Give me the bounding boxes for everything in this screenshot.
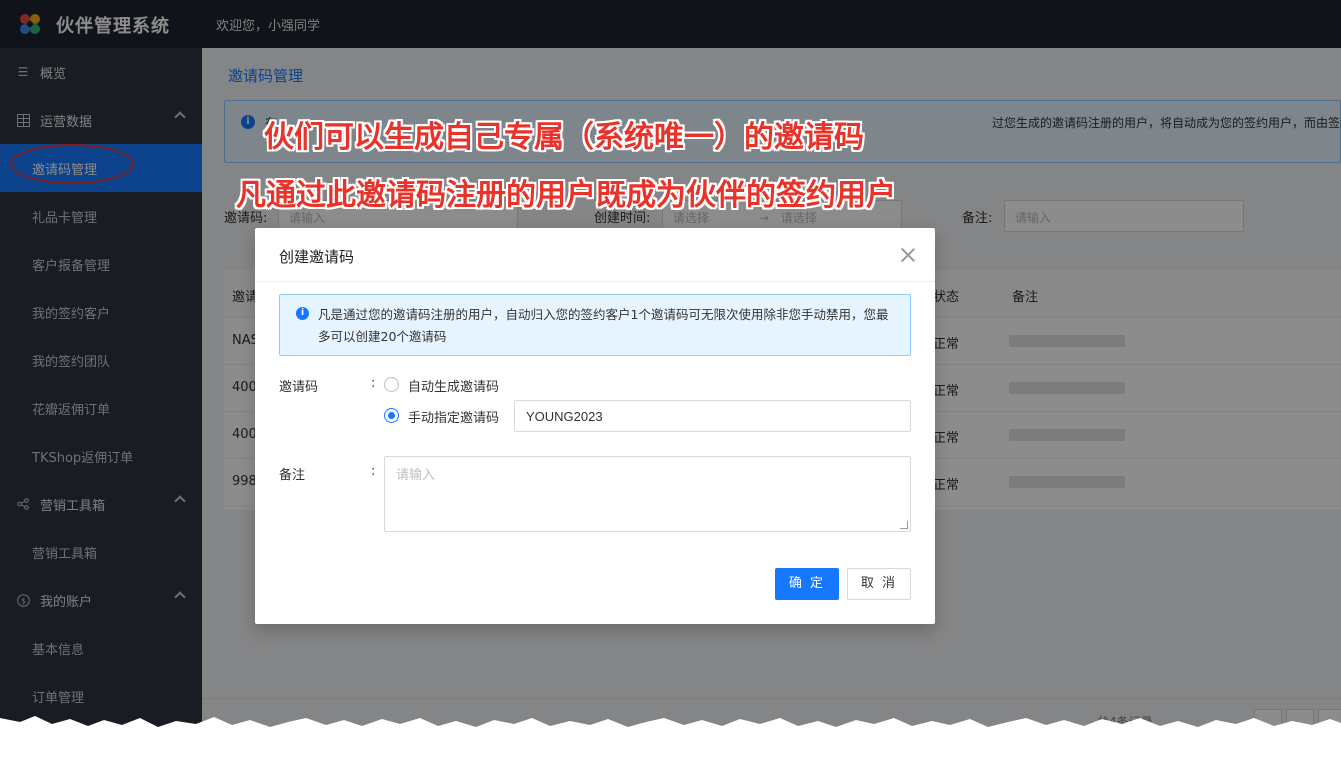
annotation-line-2: 凡通过此邀请码注册的用户既成为伙伴的签约用户	[236, 178, 896, 213]
torn-edge-decoration	[0, 716, 1341, 757]
remark-field-label: 备注	[279, 468, 306, 483]
invite-code-input[interactable]	[514, 400, 911, 432]
remark-placeholder: 请输入	[396, 468, 436, 483]
close-icon[interactable]	[899, 246, 917, 264]
create-invite-code-modal: 创建邀请码 i 凡是通过您的邀请码注册的用户，自动归入您的签约客户1个邀请码可无…	[255, 228, 935, 624]
radio-manual-label[interactable]: 手动指定邀请码	[408, 407, 499, 426]
modal-title: 创建邀请码	[279, 248, 355, 266]
radio-auto-generate[interactable]	[384, 377, 399, 392]
radio-auto-label[interactable]: 自动生成邀请码	[408, 376, 499, 395]
remark-field-colon: :	[371, 464, 376, 479]
modal-info-alert: i 凡是通过您的邀请码注册的用户，自动归入您的签约客户1个邀请码可无限次使用除非…	[279, 294, 911, 356]
code-field-label: 邀请码	[279, 380, 319, 395]
annotation-line-1: 伙们可以生成自己专属（系统唯一）的邀请码	[264, 120, 864, 155]
modal-info-text: 凡是通过您的邀请码注册的用户，自动归入您的签约客户1个邀请码可无限次使用除非您手…	[318, 307, 889, 344]
confirm-button[interactable]: 确 定	[775, 568, 839, 600]
resize-handle-icon[interactable]	[900, 521, 908, 529]
code-field-colon: :	[371, 376, 376, 391]
radio-manual[interactable]	[384, 408, 399, 423]
modal-divider	[255, 281, 935, 282]
info-icon: i	[296, 307, 309, 320]
remark-textarea[interactable]: 请输入	[384, 456, 911, 532]
cancel-button[interactable]: 取 消	[847, 568, 911, 600]
